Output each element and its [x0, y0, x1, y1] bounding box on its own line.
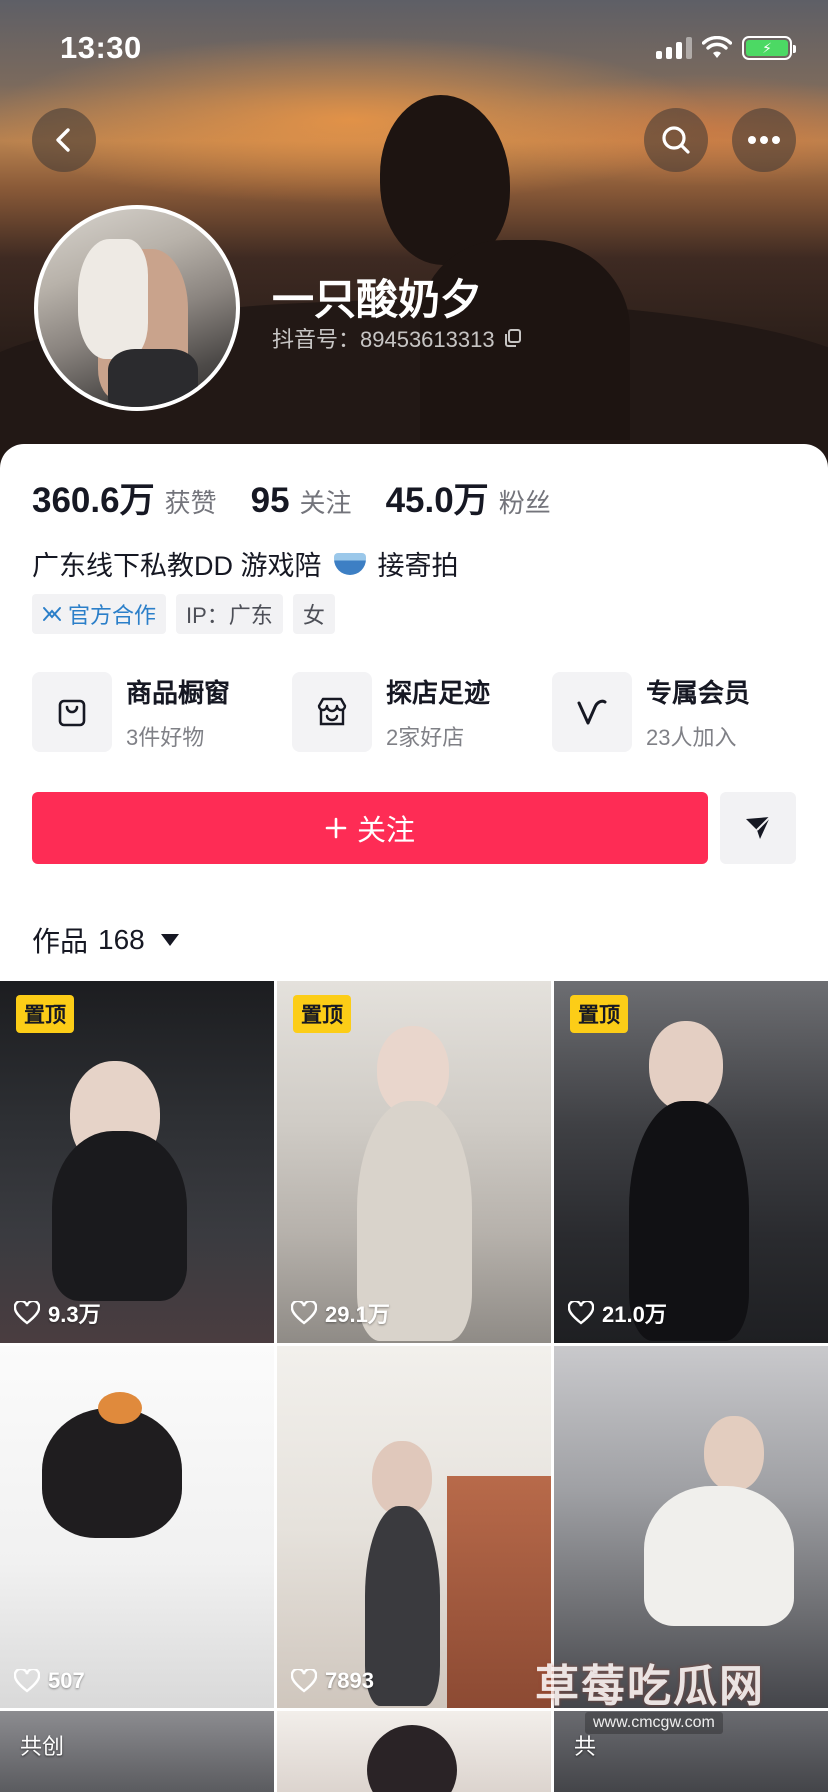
feature-subtitle: 3件好物: [126, 724, 205, 750]
pinned-badge: 置顶: [16, 995, 74, 1033]
profile-features: 商品橱窗 3件好物 探店足迹 2家好店 专属会员 23人加入: [32, 672, 802, 752]
pinned-badge: 置顶: [570, 995, 628, 1033]
likes-count: 7893: [291, 1668, 374, 1694]
likes-value: 9.3万: [48, 1302, 101, 1327]
video-tile[interactable]: 7893: [277, 1346, 551, 1708]
feature-shop-window[interactable]: 商品橱窗 3件好物: [32, 672, 282, 752]
feature-store-visits[interactable]: 探店足迹 2家好店: [292, 672, 542, 752]
profile-card: 360.6万 获赞 95 关注 45.0万 粉丝 广东线下私教DD 游戏陪 接寄…: [0, 444, 828, 1792]
stat-following[interactable]: 95 关注: [251, 481, 352, 521]
store-icon: [292, 672, 372, 752]
feature-subtitle: 2家好店: [386, 724, 465, 750]
works-tab[interactable]: 作品 168: [32, 920, 179, 960]
send-message-button[interactable]: [720, 792, 796, 864]
video-tile[interactable]: 置顶 29.1万: [277, 981, 551, 1343]
profile-nickname: 一只酸奶夕: [272, 276, 483, 323]
stat-likes[interactable]: 360.6万 获赞: [32, 472, 217, 523]
tag-ip-location: IP：广东: [176, 594, 283, 634]
video-tile[interactable]: [277, 1711, 551, 1792]
wifi-icon: [702, 36, 732, 58]
heart-icon: [14, 1669, 40, 1693]
video-tile[interactable]: 507: [0, 1346, 274, 1708]
tag-label: 女: [302, 603, 325, 628]
background-silhouette-head: [380, 95, 510, 265]
stat-value: 95: [250, 481, 290, 520]
feature-title: 专属会员: [646, 677, 751, 708]
heart-icon: [14, 1301, 40, 1325]
shopping-bag-icon: [32, 672, 112, 752]
feature-title: 探店足迹: [386, 677, 491, 708]
follow-button-label: 关注: [356, 815, 415, 847]
status-time: 13:30: [60, 30, 142, 65]
works-count: 168: [98, 924, 145, 955]
likes-value: 21.0万: [602, 1302, 667, 1327]
video-tile[interactable]: 置顶 9.3万: [0, 981, 274, 1343]
vip-v-icon: [552, 672, 632, 752]
feature-exclusive-membership[interactable]: 专属会员 23人加入: [552, 672, 802, 752]
likes-value: 7893: [325, 1668, 374, 1693]
bio-text: 广东线下私教DD 游戏陪: [32, 551, 322, 581]
follow-button[interactable]: 关注: [32, 792, 708, 864]
avatar[interactable]: [34, 205, 240, 411]
douyin-id-text: 抖音号：89453613313: [272, 327, 495, 352]
search-button[interactable]: [644, 108, 708, 172]
profile-header: 13:30 ⚡ 一只酸奶夕 抖音号：89453613313: [0, 0, 828, 470]
stat-label: 粉丝: [498, 488, 551, 518]
action-row: 关注: [32, 792, 796, 864]
more-options-button[interactable]: [732, 108, 796, 172]
feature-title: 商品橱窗: [126, 677, 231, 708]
likes-count: 507: [14, 1668, 85, 1694]
official-partner-icon: [43, 607, 61, 621]
stat-label: 获赞: [164, 488, 217, 518]
likes-value: 507: [48, 1668, 85, 1693]
tag-official-partner[interactable]: 官方合作: [32, 594, 167, 634]
caret-down-icon: [160, 934, 179, 946]
status-icons: ⚡: [656, 36, 796, 60]
pinned-badge: 置顶: [293, 995, 351, 1033]
likes-count: 21.0万: [568, 1297, 667, 1329]
more-dots-icon: [748, 136, 780, 144]
heart-icon: [291, 1301, 317, 1325]
feature-subtitle: 23人加入: [646, 724, 737, 750]
bowl-emoji-icon: [333, 552, 366, 575]
back-button[interactable]: [32, 108, 96, 172]
chevron-left-icon: [56, 128, 70, 152]
heart-icon: [568, 1301, 594, 1325]
profile-douyin-id: 抖音号：89453613313: [272, 322, 523, 354]
tag-label: IP：广东: [186, 603, 273, 628]
copy-icon[interactable]: [503, 328, 523, 348]
tag-gender: 女: [292, 594, 335, 634]
tag-label: 官方合作: [68, 603, 157, 628]
search-icon: [662, 126, 690, 154]
stat-followers[interactable]: 45.0万 粉丝: [386, 472, 551, 523]
stat-value: 45.0万: [385, 481, 489, 520]
status-bar: 13:30 ⚡: [0, 0, 828, 100]
bio-text-end: 接寄拍: [377, 551, 459, 581]
co-creation-label: 共创: [20, 1734, 65, 1759]
profile-bio: 广东线下私教DD 游戏陪 接寄拍: [32, 544, 459, 583]
likes-count: 9.3万: [14, 1297, 101, 1329]
paper-plane-icon: [746, 816, 771, 839]
works-label: 作品: [32, 926, 89, 957]
watermark-url: www.cmcgw.com: [585, 1712, 723, 1734]
watermark-text: 草莓吃瓜网: [535, 1662, 765, 1711]
video-tile[interactable]: 共创: [0, 1711, 274, 1792]
likes-value: 29.1万: [325, 1302, 390, 1327]
stat-label: 关注: [299, 488, 352, 518]
heart-icon: [291, 1669, 317, 1693]
likes-count: 29.1万: [291, 1297, 390, 1329]
cellular-signal-icon: [656, 37, 692, 59]
stat-value: 360.6万: [32, 481, 155, 520]
battery-icon: ⚡: [742, 36, 796, 60]
video-tile[interactable]: 置顶 21.0万: [554, 981, 828, 1343]
profile-tags: 官方合作 IP：广东 女: [32, 594, 335, 634]
profile-stats: 360.6万 获赞 95 关注 45.0万 粉丝: [32, 472, 551, 523]
plus-icon: [325, 817, 347, 839]
